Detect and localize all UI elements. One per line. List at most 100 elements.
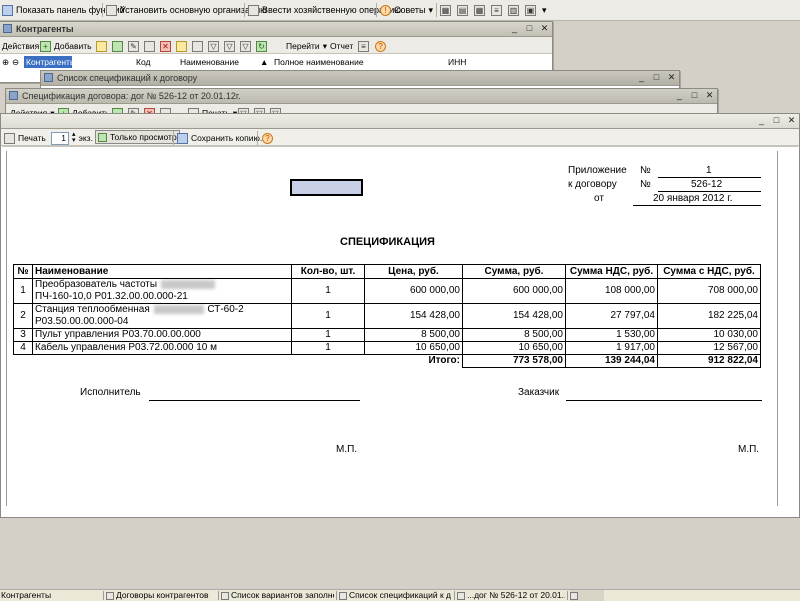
- edit-icons: ✎ ✕ ▽ ▽ ▽ ↻: [96, 39, 267, 53]
- tree-expand-icon[interactable]: ⊖: [12, 56, 19, 68]
- hierarchy-icon[interactable]: [176, 40, 187, 52]
- window-icon: [9, 91, 18, 100]
- table-row: 2 Станция теплообменная СТ-60-2 Р03.50.00…: [13, 303, 761, 329]
- window-icon: [221, 591, 229, 600]
- print-button[interactable]: Печать: [4, 131, 46, 145]
- window-icon: [3, 24, 12, 33]
- maximize-button[interactable]: □: [771, 115, 782, 126]
- print-toolbar: Печать 1 ▴ ▾ экз. Только просмотр Сохрани…: [1, 129, 799, 146]
- set-main-organization-button[interactable]: Установить основную организацию: [106, 3, 267, 17]
- table-row: 4 Кабель управления Р03.72.00.000 10 м 1…: [13, 341, 761, 355]
- level-up-icon[interactable]: [192, 40, 203, 52]
- counterparties-toolbar: Действия▾ +Добавить ✎ ✕ ▽ ▽ ▽ ↻ Перейти▾…: [0, 37, 552, 54]
- delete-icon[interactable]: ✕: [160, 40, 171, 52]
- help-icon[interactable]: ?: [375, 40, 386, 52]
- text-icon[interactable]: ≡: [491, 4, 502, 16]
- column-name[interactable]: Наименование: [180, 56, 239, 68]
- totals-label: Итого:: [291, 354, 463, 368]
- calculator-icon[interactable]: ▦: [440, 4, 451, 16]
- sort-icon: ▲: [260, 57, 269, 67]
- filter-icon[interactable]: ▽: [208, 40, 219, 52]
- task-print-preview[interactable]: [570, 590, 604, 601]
- add-icon: +: [40, 40, 51, 52]
- folder-add-icon[interactable]: [96, 40, 107, 52]
- print-preview-window: _ □ ✕ Печать 1 ▴ ▾ экз. Только просмотр Сох…: [0, 113, 800, 518]
- function-panel-icon: [2, 4, 13, 16]
- view-only-toggle[interactable]: Только просмотр: [95, 130, 180, 144]
- minimize-button[interactable]: _: [674, 90, 685, 101]
- document-area: Приложение № 1 к договору № 526-12 от 20…: [2, 146, 798, 516]
- selected-cell[interactable]: [290, 179, 363, 196]
- view-only-icon: [98, 132, 107, 142]
- column-inn[interactable]: ИНН: [448, 56, 466, 68]
- list-settings-icon[interactable]: ≡: [358, 40, 369, 52]
- minimize-button[interactable]: _: [756, 115, 767, 126]
- minimize-button[interactable]: _: [636, 72, 647, 83]
- maximize-button[interactable]: □: [689, 90, 700, 101]
- specification-table: № Наименование Кол-во, шт. Цена, руб. Су…: [13, 264, 761, 368]
- maximize-button[interactable]: □: [651, 72, 662, 83]
- report-icon[interactable]: ▥: [508, 4, 519, 16]
- save-copy-button[interactable]: Сохранить копию...: [177, 131, 267, 145]
- filter-off-icon[interactable]: ▽: [240, 40, 251, 52]
- appendix-label: Приложение: [568, 165, 627, 176]
- report-button[interactable]: Отчет: [330, 39, 353, 53]
- window-taskbar: Контрагенты Договоры контрагентов Список…: [0, 589, 800, 601]
- window-icon: [339, 591, 347, 600]
- close-button[interactable]: ✕: [666, 72, 677, 83]
- filter-value-icon[interactable]: ▽: [224, 40, 235, 52]
- tips-icon: !: [380, 4, 391, 16]
- close-button[interactable]: ✕: [704, 90, 715, 101]
- help-icon: ?: [262, 132, 273, 144]
- minimize-button[interactable]: _: [509, 23, 520, 34]
- column-code[interactable]: Код: [136, 56, 150, 68]
- save-icon: [177, 132, 188, 144]
- totals-row: Итого: 773 578,00 139 244,04 912 822,04: [14, 354, 761, 368]
- document-icon: [248, 4, 259, 16]
- customer-label: Заказчик: [518, 387, 560, 398]
- task-fill-variants[interactable]: Список вариантов заполне...: [221, 590, 334, 601]
- table-icon[interactable]: ▦: [474, 4, 485, 16]
- goto-menu[interactable]: Перейти ▾: [286, 39, 327, 53]
- service-icon[interactable]: ▣: [525, 4, 536, 16]
- date-label: от: [594, 193, 604, 204]
- executor-signature-line: [149, 400, 360, 401]
- edit-icon[interactable]: ✎: [128, 40, 139, 52]
- copy-icon[interactable]: [112, 40, 123, 52]
- copies-input[interactable]: 1: [51, 131, 69, 145]
- contract-date: 20 января 2012 г.: [653, 193, 733, 204]
- expand-icon[interactable]: ⊕: [2, 56, 9, 68]
- counterparties-table-header: ⊕ ⊖ Контрагенты Код Наименование ▲ Полно…: [0, 56, 552, 68]
- window-icon: [570, 591, 578, 600]
- calendar-icon[interactable]: ▤: [457, 4, 468, 16]
- window-icon: [44, 73, 53, 82]
- close-button[interactable]: ✕: [539, 23, 550, 34]
- window-icon: [106, 591, 114, 600]
- tips-button[interactable]: ! Советы ▾: [380, 3, 433, 17]
- appendix-number: 1: [706, 165, 712, 176]
- task-counterparties[interactable]: Контрагенты: [1, 590, 101, 601]
- mark-delete-icon[interactable]: [144, 40, 155, 52]
- maximize-button[interactable]: □: [524, 23, 535, 34]
- misc-icons: ≡ ?: [358, 39, 386, 53]
- stepper-arrows-icon[interactable]: ▴ ▾: [72, 131, 76, 144]
- task-spec-list[interactable]: Список спецификаций к дог...: [339, 590, 451, 601]
- refresh-icon[interactable]: ↻: [256, 40, 267, 52]
- help-button[interactable]: ?: [262, 131, 273, 145]
- tree-root-item[interactable]: Контрагенты: [24, 56, 76, 68]
- task-spec-contract[interactable]: ...дог № 526-12 от 20.01.12г.: [457, 590, 565, 601]
- task-contracts[interactable]: Договоры контрагентов: [106, 590, 216, 601]
- printer-icon: [4, 132, 15, 144]
- stamp-left: М.П.: [336, 444, 358, 455]
- enter-operation-button[interactable]: Ввести хозяйственную операцию: [248, 3, 401, 17]
- add-button[interactable]: +Добавить: [40, 39, 92, 53]
- more-arrow-icon[interactable]: ▾: [542, 5, 547, 16]
- table-row: 1 Преобразователь частоты ПЧ-160-10,0 Р0…: [13, 278, 761, 304]
- dropdown-arrow-icon: ▾: [428, 4, 434, 15]
- window-titlebar: Контрагенты _ □ ✕: [0, 22, 552, 37]
- close-button[interactable]: ✕: [786, 115, 797, 126]
- copies-stepper[interactable]: 1 ▴ ▾ экз.: [51, 131, 93, 145]
- customer-signature-line: [566, 400, 762, 401]
- column-full-name[interactable]: Полное наименование: [274, 56, 364, 68]
- redacted-text: [153, 304, 204, 314]
